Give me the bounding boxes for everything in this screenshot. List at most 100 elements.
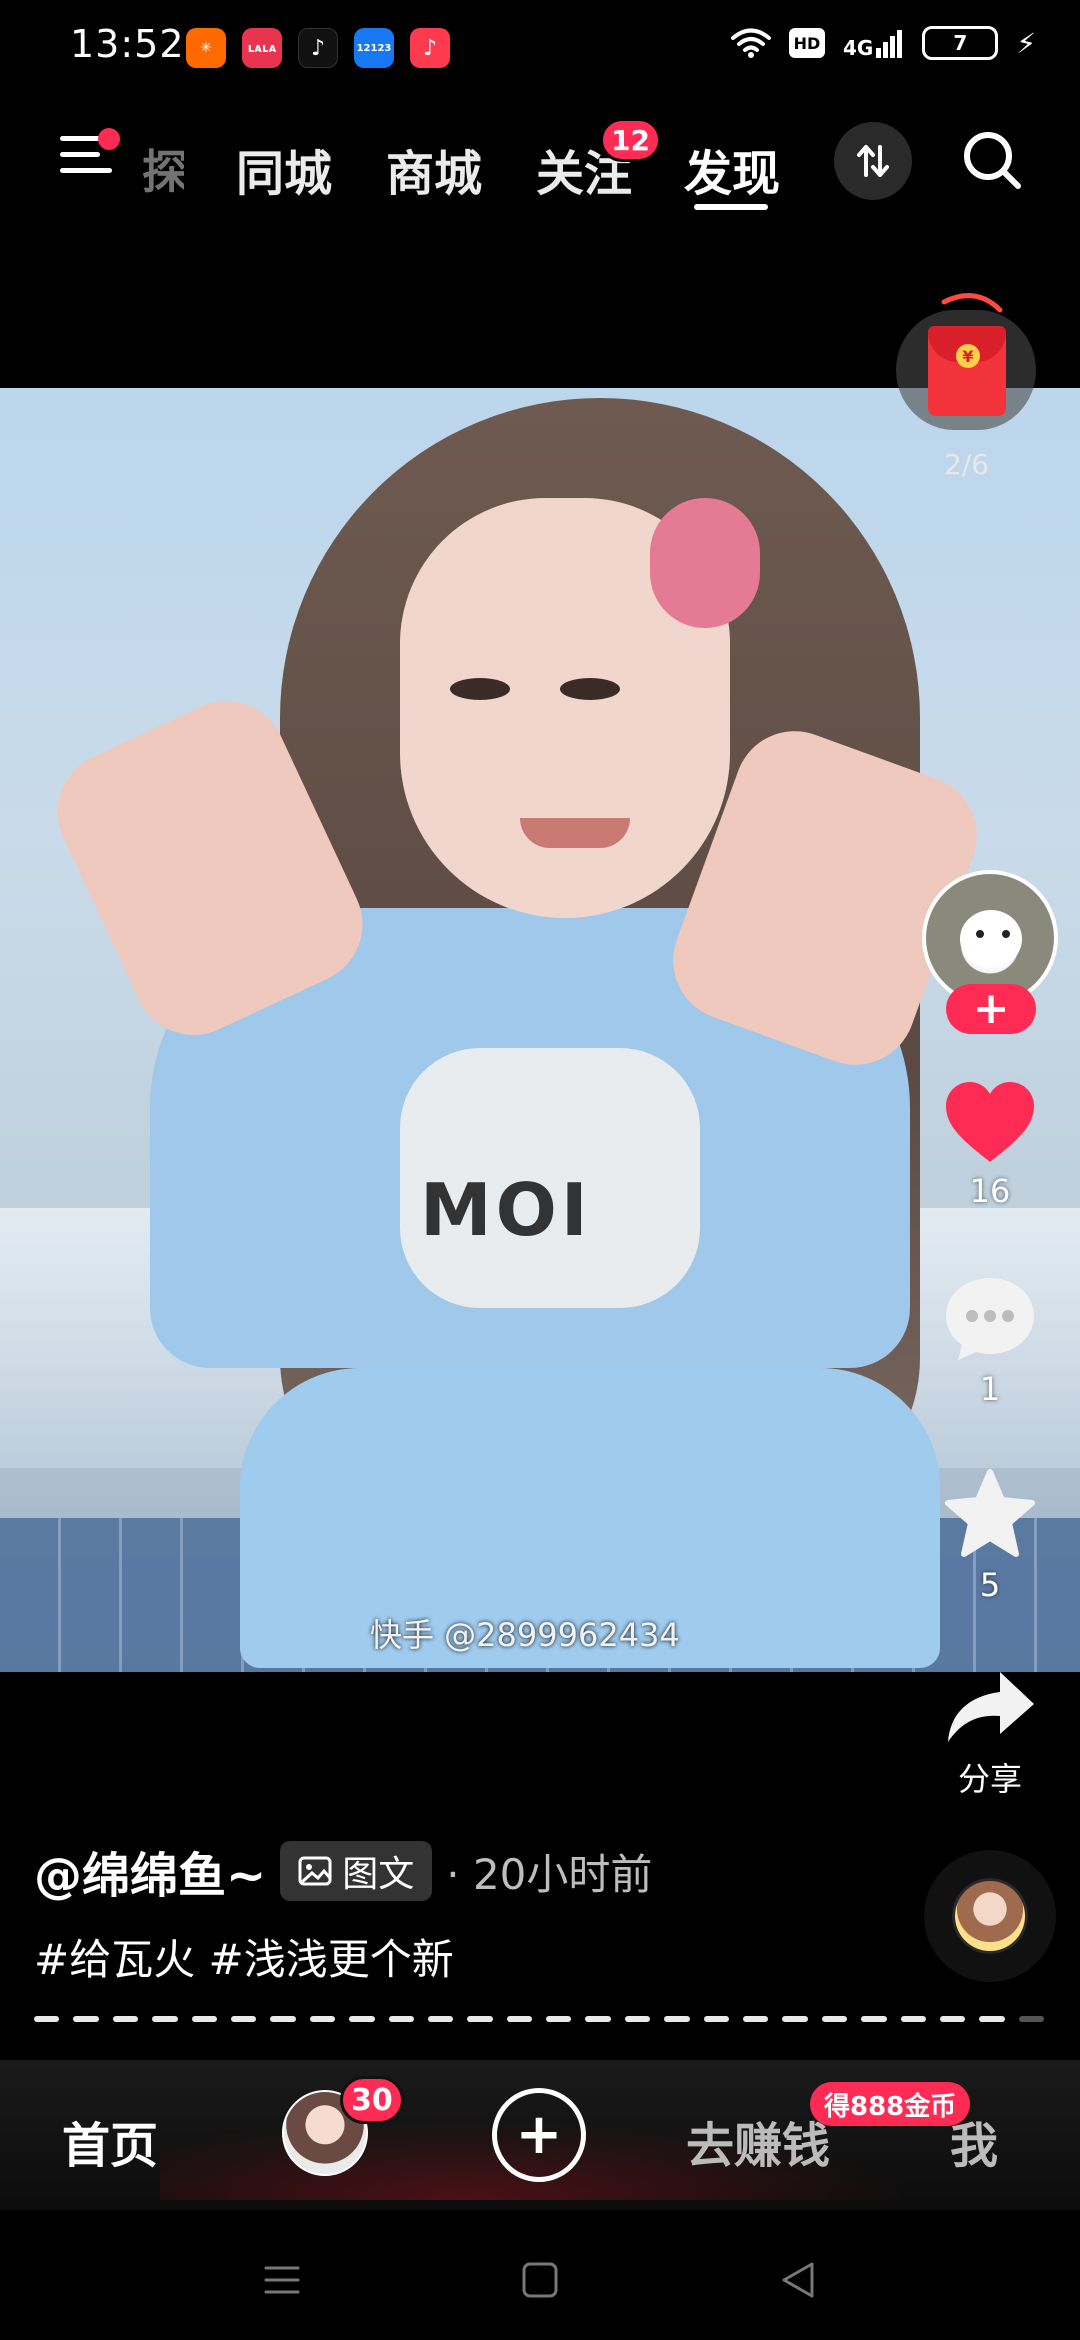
heart-icon bbox=[946, 1082, 1034, 1162]
mouth bbox=[520, 818, 630, 848]
swap-icon bbox=[857, 145, 889, 177]
back-button[interactable] bbox=[768, 2250, 828, 2310]
progress-segment bbox=[664, 2016, 690, 2022]
progress-segment bbox=[270, 2016, 296, 2022]
friends-badge: 30 bbox=[340, 2076, 404, 2124]
red-packet-timer-arc bbox=[941, 293, 1003, 313]
shirt-print: MOI bbox=[420, 1168, 592, 1252]
dog-face bbox=[960, 910, 1022, 968]
music-disc[interactable] bbox=[924, 1850, 1056, 1982]
favorite-count: 5 bbox=[979, 1566, 1001, 1604]
notification-icon: ʟᴀʟᴀ bbox=[242, 28, 282, 68]
image-progress-bar bbox=[34, 2016, 1045, 2024]
image-icon bbox=[298, 1856, 332, 1886]
progress-segment bbox=[34, 2016, 60, 2022]
tab-home[interactable]: 首页 bbox=[62, 2106, 158, 2176]
hd-icon: HD bbox=[788, 28, 825, 58]
video-image[interactable]: MOI 快手 @2899962434 bbox=[0, 388, 1080, 1672]
red-packet-progress: 2/6 bbox=[944, 448, 990, 481]
like-count: 16 bbox=[969, 1172, 1011, 1210]
left-eye bbox=[450, 678, 510, 700]
star-icon bbox=[945, 1469, 1035, 1557]
home-icon bbox=[522, 2262, 558, 2298]
follow-button[interactable]: + bbox=[946, 984, 1036, 1034]
bottom-tab-bar: 首页 30 + 去赚钱 得888金币 我 bbox=[0, 2060, 1080, 2210]
following-badge: 12 bbox=[600, 118, 661, 162]
post-meta: @绵绵鱼~ 图文 · 20小时前 bbox=[34, 1836, 652, 1906]
progress-segment bbox=[191, 2016, 217, 2022]
notification-icon: 12123 bbox=[354, 28, 394, 68]
notification-app-icons: ✳ ʟᴀʟᴀ ♪ 12123 ♪ bbox=[186, 28, 450, 68]
hashtags[interactable]: #给瓦火 #浅浅更个新 bbox=[34, 1926, 454, 1987]
tab-mall[interactable]: 商城 bbox=[386, 134, 482, 204]
content-type-pill: 图文 bbox=[280, 1841, 433, 1901]
dog-eye bbox=[1002, 930, 1010, 938]
status-bar: 13:52 ✳ ʟᴀʟᴀ ♪ 12123 ♪ HD 4G 7 ⚡ bbox=[0, 0, 1080, 96]
progress-segment bbox=[506, 2016, 533, 2022]
comment-icon bbox=[946, 1278, 1034, 1360]
notification-icon: ✳ bbox=[186, 28, 226, 68]
progress-segment bbox=[230, 2016, 257, 2022]
progress-segment bbox=[152, 2016, 178, 2022]
tab-explore[interactable]: 探索 bbox=[142, 136, 184, 202]
progress-segment bbox=[939, 2016, 966, 2022]
battery-level: 7 bbox=[953, 31, 968, 55]
tab-local[interactable]: 同城 bbox=[236, 134, 332, 204]
progress-segment bbox=[703, 2016, 730, 2022]
progress-segment bbox=[73, 2016, 99, 2022]
music-cover bbox=[955, 1881, 1025, 1951]
system-nav-bar bbox=[0, 2210, 1080, 2340]
progress-segment bbox=[349, 2016, 375, 2022]
swap-feed-button[interactable] bbox=[834, 122, 912, 200]
watermark: 快手 @2899962434 bbox=[370, 1616, 680, 1654]
comment-count: 1 bbox=[979, 1370, 1001, 1408]
notification-icon: ♪ bbox=[298, 28, 338, 68]
share-button[interactable]: 分享 bbox=[930, 1668, 1050, 1800]
battery-icon: 7 bbox=[922, 26, 999, 60]
charging-icon: ⚡ bbox=[1016, 26, 1036, 60]
progress-segment bbox=[112, 2016, 139, 2022]
hair-clip bbox=[650, 498, 760, 628]
progress-segment bbox=[821, 2016, 848, 2022]
progress-segment bbox=[427, 2016, 454, 2022]
search-button[interactable] bbox=[960, 128, 1024, 192]
recents-icon bbox=[264, 2266, 300, 2294]
signal-bars-icon bbox=[876, 30, 903, 58]
tab-me[interactable]: 我 bbox=[950, 2106, 998, 2176]
right-eye bbox=[560, 678, 620, 700]
red-packet-button[interactable]: ¥ bbox=[896, 290, 1036, 440]
progress-segment bbox=[309, 2016, 336, 2022]
author-name[interactable]: @绵绵鱼~ bbox=[34, 1836, 266, 1906]
search-icon bbox=[964, 132, 1021, 189]
progress-segment bbox=[782, 2016, 808, 2022]
dog-eye bbox=[976, 930, 984, 938]
favorite-button[interactable]: 5 bbox=[930, 1468, 1050, 1604]
top-nav: 探索 同城 商城 关注 12 发现 bbox=[0, 110, 1080, 220]
progress-segment bbox=[624, 2016, 651, 2022]
progress-segment bbox=[546, 2016, 572, 2022]
earn-badge: 得888金币 bbox=[810, 2082, 971, 2126]
signal-icon: 4G bbox=[843, 28, 904, 58]
create-button[interactable]: + bbox=[492, 2088, 586, 2182]
progress-segment bbox=[861, 2016, 887, 2022]
status-indicators: HD 4G 7 ⚡ bbox=[730, 26, 1036, 60]
share-label: 分享 bbox=[957, 1760, 1022, 1798]
progress-segment bbox=[585, 2016, 611, 2022]
post-time: · 20小时前 bbox=[446, 1849, 653, 1899]
progress-segment bbox=[979, 2016, 1005, 2022]
menu-notification-dot bbox=[98, 128, 120, 150]
content-type-label: 图文 bbox=[342, 1854, 415, 1895]
like-button[interactable]: 16 bbox=[930, 1080, 1050, 1210]
screen: 13:52 ✳ ʟᴀʟᴀ ♪ 12123 ♪ HD 4G 7 ⚡ 探 同城 商城… bbox=[0, 0, 1080, 2340]
active-tab-indicator bbox=[694, 204, 768, 210]
wifi-icon bbox=[730, 28, 771, 58]
progress-segment bbox=[467, 2016, 493, 2022]
progress-segment bbox=[1018, 2016, 1045, 2022]
tab-earn[interactable]: 去赚钱 bbox=[686, 2106, 830, 2176]
recent-apps-button[interactable] bbox=[252, 2250, 312, 2310]
coin-icon: ¥ bbox=[956, 344, 980, 368]
notification-icon: ♪ bbox=[410, 28, 450, 68]
home-button[interactable] bbox=[510, 2250, 570, 2310]
tab-discover[interactable]: 发现 bbox=[684, 134, 780, 204]
comment-button[interactable]: 1 bbox=[930, 1274, 1050, 1408]
